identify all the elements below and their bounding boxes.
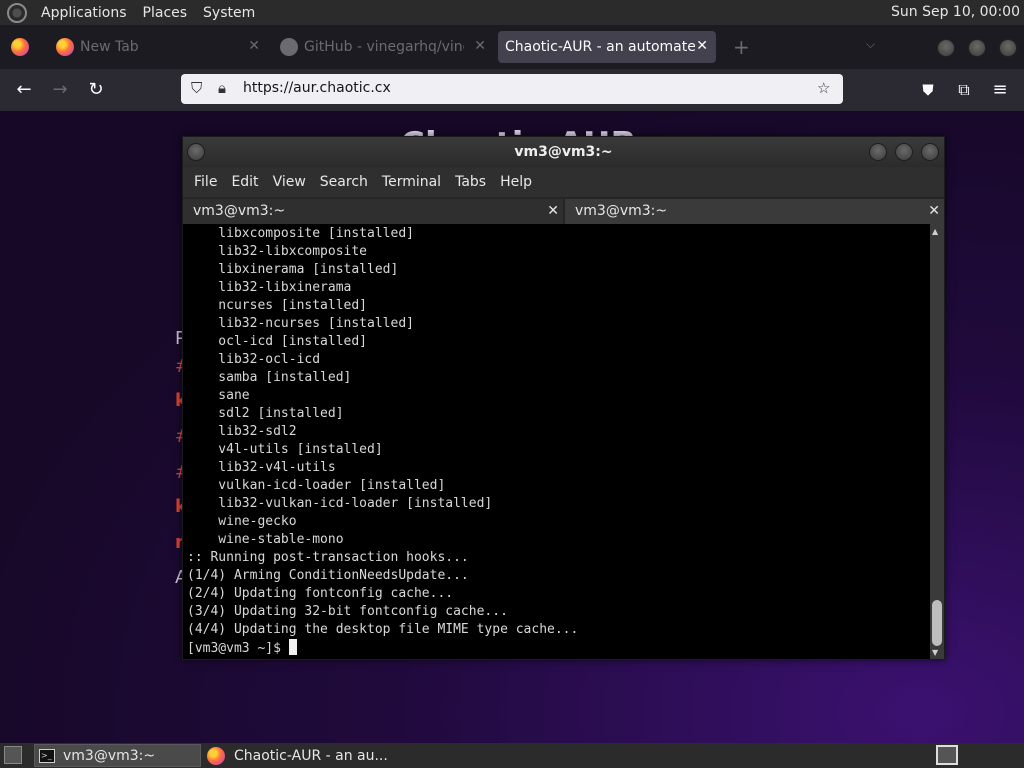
terminal-title-bar[interactable]: vm3@vm3:~ — [183, 137, 944, 167]
taskbar-item-firefox[interactable]: Chaotic-AUR - an au... — [204, 744, 424, 767]
system-menu[interactable]: System — [195, 5, 263, 21]
terminal-title: vm3@vm3:~ — [514, 144, 613, 160]
terminal-line: sane — [187, 388, 250, 403]
terminal-tab-2[interactable]: vm3@vm3:~ ✕ — [565, 199, 944, 224]
top-panel: Applications Places System Sun Sep 10, 0… — [0, 0, 1024, 25]
back-arrow-icon[interactable]: ← — [11, 77, 37, 103]
menu-help[interactable]: Help — [493, 174, 539, 190]
terminal-tab-bar: vm3@vm3:~ ✕ vm3@vm3:~ ✕ — [183, 197, 944, 224]
tab-chaotic-aur[interactable]: Chaotic-AUR - an automated bu ✕ — [498, 31, 716, 63]
list-tabs-chevron-icon[interactable]: ⌵ — [866, 37, 875, 52]
scroll-down-arrow-icon[interactable]: ▼ — [932, 648, 938, 657]
window-menu-icon[interactable] — [187, 143, 205, 161]
minimize-window-icon[interactable] — [937, 39, 955, 57]
terminal-line: libxcomposite [installed] — [187, 226, 414, 241]
terminal-line: wine-gecko — [187, 514, 297, 529]
terminal-window[interactable]: vm3@vm3:~ File Edit View Search Terminal… — [182, 136, 945, 660]
terminal-line: v4l-utils [installed] — [187, 442, 383, 457]
terminal-line: ocl-icd [installed] — [187, 334, 368, 349]
bottom-panel: >_ vm3@vm3:~ Chaotic-AUR - an au... — [0, 743, 1024, 768]
close-icon[interactable] — [921, 143, 939, 161]
show-desktop-icon[interactable] — [4, 746, 22, 764]
menu-terminal[interactable]: Terminal — [375, 174, 448, 190]
minimize-icon[interactable] — [869, 143, 887, 161]
terminal-line: (3/4) Updating 32-bit fontconfig cache..… — [187, 604, 508, 619]
scrollbar-thumb[interactable] — [932, 600, 942, 646]
menu-search[interactable]: Search — [313, 174, 375, 190]
maximize-icon[interactable] — [895, 143, 913, 161]
text-cursor — [288, 639, 297, 655]
terminal-line: lib32-ncurses [installed] — [187, 316, 414, 331]
firefox-icon — [56, 38, 74, 56]
menu-view[interactable]: View — [266, 174, 313, 190]
bookmark-star-icon[interactable]: ☆ — [817, 79, 830, 97]
close-tab-icon[interactable]: ✕ — [547, 199, 559, 224]
tab-label: New Tab — [80, 39, 139, 55]
distro-logo-icon[interactable] — [7, 2, 27, 23]
close-tab-icon[interactable]: ✕ — [248, 38, 260, 54]
taskbar-item-label: Chaotic-AUR - an au... — [234, 747, 388, 764]
scroll-up-arrow-icon[interactable]: ▲ — [932, 227, 938, 236]
menu-tabs[interactable]: Tabs — [448, 174, 493, 190]
reload-icon[interactable]: ↻ — [83, 77, 109, 103]
terminal-line: lib32-sdl2 — [187, 424, 297, 439]
tab-label: GitHub - vinegarhq/vinegar — [304, 39, 464, 55]
firefox-icon — [207, 746, 225, 765]
taskbar-item-terminal[interactable]: >_ vm3@vm3:~ — [34, 744, 201, 767]
terminal-line: lib32-libxcomposite — [187, 244, 368, 259]
terminal-line: lib32-v4l-utils — [187, 460, 336, 475]
github-icon — [280, 38, 298, 56]
terminal-scrollbar[interactable]: ▲ ▼ — [930, 224, 944, 659]
places-menu[interactable]: Places — [135, 5, 196, 21]
terminal-line: lib32-libxinerama — [187, 280, 352, 295]
terminal-line: (1/4) Arming ConditionNeedsUpdate... — [187, 568, 469, 583]
terminal-line: (4/4) Updating the desktop file MIME typ… — [187, 622, 579, 637]
shield-icon[interactable]: ⛉ — [191, 79, 202, 97]
applications-menu[interactable]: Applications — [33, 5, 135, 21]
terminal-line: lib32-ocl-icd — [187, 352, 321, 367]
browser-nav-bar: ← → ↻ ⛉ 🔒︎ https://aur.chaotic.cx ☆ ⛊ ⧉ … — [0, 69, 1024, 111]
terminal-line: :: Running post-transaction hooks... — [187, 550, 469, 565]
workspace-switcher[interactable] — [936, 745, 958, 765]
shell-prompt: [vm3@vm3 ~]$ — [187, 641, 289, 656]
firefox-view-icon[interactable] — [11, 38, 29, 56]
new-tab-button[interactable]: + — [733, 35, 750, 59]
terminal-icon: >_ — [39, 748, 55, 763]
url-text[interactable]: https://aur.chaotic.cx — [243, 80, 391, 96]
close-tab-icon[interactable]: ✕ — [928, 199, 940, 224]
terminal-line: vulkan-icd-loader [installed] — [187, 478, 446, 493]
terminal-line: sdl2 [installed] — [187, 406, 344, 421]
terminal-output[interactable]: libxcomposite [installed] lib32-libxcomp… — [183, 224, 930, 659]
close-tab-icon[interactable]: ✕ — [474, 38, 486, 54]
maximize-window-icon[interactable] — [968, 39, 986, 57]
terminal-line: (2/4) Updating fontconfig cache... — [187, 586, 454, 601]
terminal-tab-label: vm3@vm3:~ — [575, 203, 668, 219]
close-window-icon[interactable] — [999, 39, 1017, 57]
tab-new-tab[interactable]: New Tab ✕ — [46, 31, 268, 63]
close-tab-icon[interactable]: ✕ — [696, 38, 708, 54]
menu-hamburger-icon[interactable]: ≡ — [987, 77, 1013, 103]
forward-arrow-icon[interactable]: → — [47, 77, 73, 103]
menu-edit[interactable]: Edit — [224, 174, 265, 190]
terminal-line: wine-stable-mono — [187, 532, 344, 547]
taskbar-item-label: vm3@vm3:~ — [63, 747, 156, 764]
terminal-tab-1[interactable]: vm3@vm3:~ ✕ — [183, 199, 563, 224]
terminal-line: lib32-vulkan-icd-loader [installed] — [187, 496, 493, 511]
menu-file[interactable]: File — [187, 174, 224, 190]
extensions-icon[interactable]: ⧉ — [951, 77, 977, 103]
terminal-tab-label: vm3@vm3:~ — [193, 203, 286, 219]
url-bar[interactable]: ⛉ 🔒︎ https://aur.chaotic.cx ☆ — [181, 74, 843, 104]
terminal-line: libxinerama [installed] — [187, 262, 399, 277]
terminal-line: samba [installed] — [187, 370, 352, 385]
lock-icon[interactable]: 🔒︎ — [218, 79, 226, 97]
browser-tab-bar: New Tab ✕ GitHub - vinegarhq/vinegar ✕ C… — [0, 25, 1024, 69]
terminal-menu-bar: File Edit View Search Terminal Tabs Help — [183, 167, 944, 197]
tab-label: Chaotic-AUR - an automated bu — [505, 39, 695, 55]
terminal-line: ncurses [installed] — [187, 298, 368, 313]
tab-github[interactable]: GitHub - vinegarhq/vinegar ✕ — [272, 31, 494, 63]
clock[interactable]: Sun Sep 10, 00:00 — [891, 4, 1020, 20]
pocket-icon[interactable]: ⛊ — [915, 77, 941, 103]
terminal-lines: libxcomposite [installed] lib32-libxcomp… — [187, 225, 930, 639]
